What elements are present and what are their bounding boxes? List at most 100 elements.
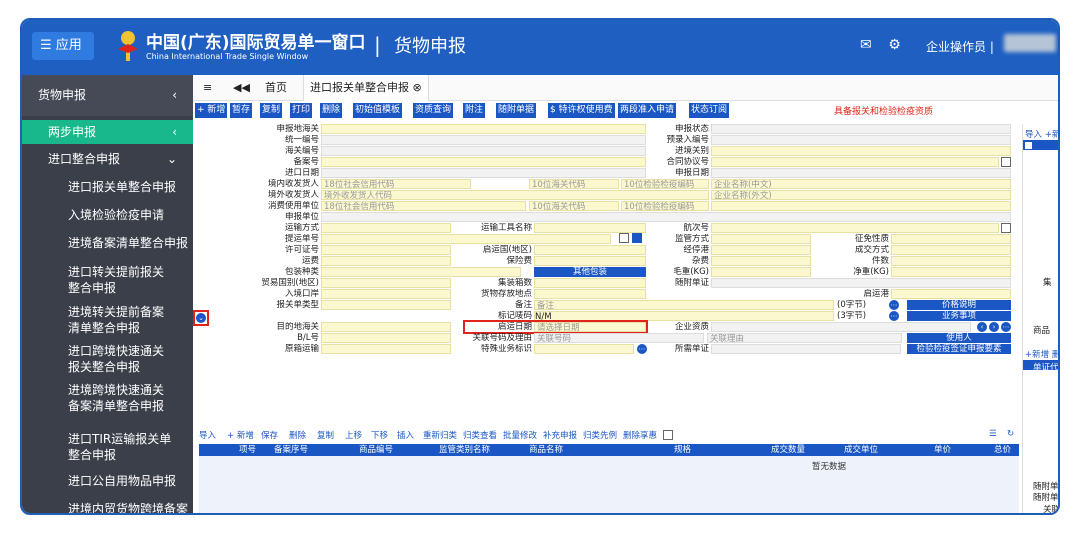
bill-no-input[interactable] [321,234,611,244]
deal-mode-input[interactable] [891,245,1011,255]
user-button[interactable]: 使用人 [907,333,1011,343]
pieces-input[interactable] [891,256,1011,266]
sidebar-item-cross-border-record[interactable]: 进境跨境快速通关备案清单整合申报 [22,382,172,414]
back-icon[interactable]: ◀◀ [233,75,250,101]
copy-button[interactable]: 复制 [260,103,283,118]
consignee-credit-code[interactable]: 18位社会信用代码 [321,179,471,189]
package-type-input[interactable] [321,267,521,277]
business-items-button[interactable]: 业务事项 [907,311,1011,321]
trade-country-input[interactable] [321,278,451,288]
qualification-query-button[interactable]: 资质查询 [413,103,454,118]
consignee-name-cn[interactable]: 企业名称(中文) [711,179,1011,189]
settings-icon[interactable]: ⚙ [888,37,901,53]
other-package-button[interactable]: 其他包装 [534,267,646,277]
sidebar-title[interactable]: 货物申报 ‹ [22,75,193,116]
declaration-type-input[interactable] [321,300,451,310]
sidebar-item-import-integrated[interactable]: 进口整合申报 ⌄ [22,147,193,171]
stop-port-input[interactable] [711,245,811,255]
contract-no-input[interactable] [711,157,999,167]
license-no-input[interactable] [321,245,451,255]
sidebar-item-two-step[interactable]: 两步申报 ‹ [22,120,193,144]
remark-input[interactable]: 备注 [534,300,834,310]
grid-delete-benefit-button[interactable]: 删除享惠 [623,429,657,441]
sidebar-item-cross-border[interactable]: 进口跨境快速通关报关整合申报 [22,343,172,375]
status-subscribe-button[interactable]: 状态订阅 [689,103,730,118]
note-button[interactable]: 附注 [463,103,486,118]
tab-import-declaration[interactable]: 进口报关单整合申报 ⊗ [303,75,429,101]
grid-delete-button[interactable]: 删除 [289,429,306,441]
related-reason-input[interactable]: 关联理由 [707,333,902,343]
tab-home[interactable]: 首页 [265,75,287,101]
mark-more-icon[interactable]: ⋯ [889,311,899,321]
app-menu-button[interactable]: ☰ 应用 [32,32,94,60]
grid-precedent-button[interactable]: 归类先例 [583,429,617,441]
royalty-button[interactable]: $ 特许权使用费 [548,103,615,118]
grid-columns-icon[interactable]: ☰ [989,429,997,439]
cert-elements-button[interactable]: 检验检疫签证申报要素 [907,344,1011,354]
mail-icon[interactable]: ✉ [860,37,872,53]
new-button[interactable]: + 新增 [195,103,228,118]
related-no-input[interactable]: 关联号码 [534,333,704,343]
consignee-customs-code[interactable]: 10位海关代码 [529,179,619,189]
template-button[interactable]: 初始值模板 [353,103,403,118]
grid-view-class-button[interactable]: 归类查看 [463,429,497,441]
right-new-button[interactable]: +新增 删 [1025,348,1058,360]
qual-more-icon[interactable]: ⋯ [1001,322,1011,332]
overseas-consignee-code[interactable]: 境外收发货人代码 [321,190,709,200]
special-more-icon[interactable]: ⋯ [637,344,647,354]
gross-weight-input[interactable] [711,267,811,277]
sidebar-item-transfer-record[interactable]: 进境转关提前备案清单整合申报 [22,304,172,336]
entry-port-input[interactable] [321,289,451,299]
grid-benefit-checkbox[interactable] [663,430,673,440]
grid-reclassify-button[interactable]: 重新归类 [423,429,457,441]
sidebar-item-declaration[interactable]: 进口报关单整合申报 [22,179,193,195]
supervision-input[interactable] [711,234,811,244]
original-box-input[interactable] [321,344,451,354]
special-business-input[interactable] [534,344,634,354]
sidebar-item-inspection[interactable]: 入境检验检疫申请 [22,207,193,223]
vehicle-name-input[interactable] [534,223,646,233]
grid-insert-button[interactable]: 插入 [397,429,414,441]
overseas-name-en[interactable]: 企业名称(外文) [711,190,1011,200]
two-stage-button[interactable]: 两段准入申请 [618,103,677,118]
prev-icon[interactable]: ‹ [977,322,987,332]
sidebar-item-domestic-trade[interactable]: 进境内贸货物跨境备案 [22,501,193,513]
more-icon[interactable]: ⋯ [889,300,899,310]
grid-batch-edit-button[interactable]: 批量修改 [503,429,537,441]
grid-import-button[interactable]: 导入 [199,429,216,441]
record-no-input[interactable] [321,157,646,167]
bill-checkbox[interactable] [619,233,629,243]
import-date-input[interactable] [321,168,646,178]
collapse-icon[interactable]: ‹ [172,75,177,116]
consumer-customs-code[interactable]: 10位海关代码 [529,201,619,211]
grid-up-button[interactable]: 上移 [345,429,362,441]
origin-country-input[interactable] [534,245,646,255]
bill-detail-icon[interactable] [632,233,642,243]
attached-docs-button[interactable]: 随附单据 [496,103,537,118]
contract-checkbox[interactable] [1001,157,1011,167]
delete-button[interactable]: 删除 [320,103,343,118]
storage-place-input[interactable] [534,289,646,299]
refresh-icon[interactable]: ↻ [1007,429,1014,439]
departure-port-input[interactable] [891,289,1011,299]
grid-save-button[interactable]: 保存 [261,429,278,441]
declare-customs-input[interactable] [321,124,646,134]
grid-supplement-button[interactable]: 补充申报 [543,429,577,441]
entry-customs-input[interactable] [711,146,1011,156]
sidebar-item-tir[interactable]: 进口TIR运输报关单整合申报 [22,431,172,463]
misc-fee-input[interactable] [711,256,811,266]
voyage-no-input[interactable] [711,223,999,233]
tax-nature-input[interactable] [891,234,1011,244]
sidebar-item-public-use[interactable]: 进口公自用物品申报 [22,473,193,489]
consignee-ciq-code[interactable]: 10位检验检疫编码 [621,179,709,189]
right-checkbox[interactable] [1025,142,1032,149]
consumer-name[interactable] [711,201,1011,211]
bl-no-input[interactable] [321,333,451,343]
right-import-button[interactable]: 导入 +新 [1025,128,1058,140]
net-weight-input[interactable] [891,267,1011,277]
user-name[interactable]: 企业操作员 | [926,38,994,55]
consumer-ciq-code[interactable]: 10位检验检疫编码 [621,201,709,211]
insurance-input[interactable] [534,256,646,266]
next-icon[interactable]: › [989,322,999,332]
sidebar-item-transfer[interactable]: 进口转关提前报关整合申报 [22,264,172,296]
